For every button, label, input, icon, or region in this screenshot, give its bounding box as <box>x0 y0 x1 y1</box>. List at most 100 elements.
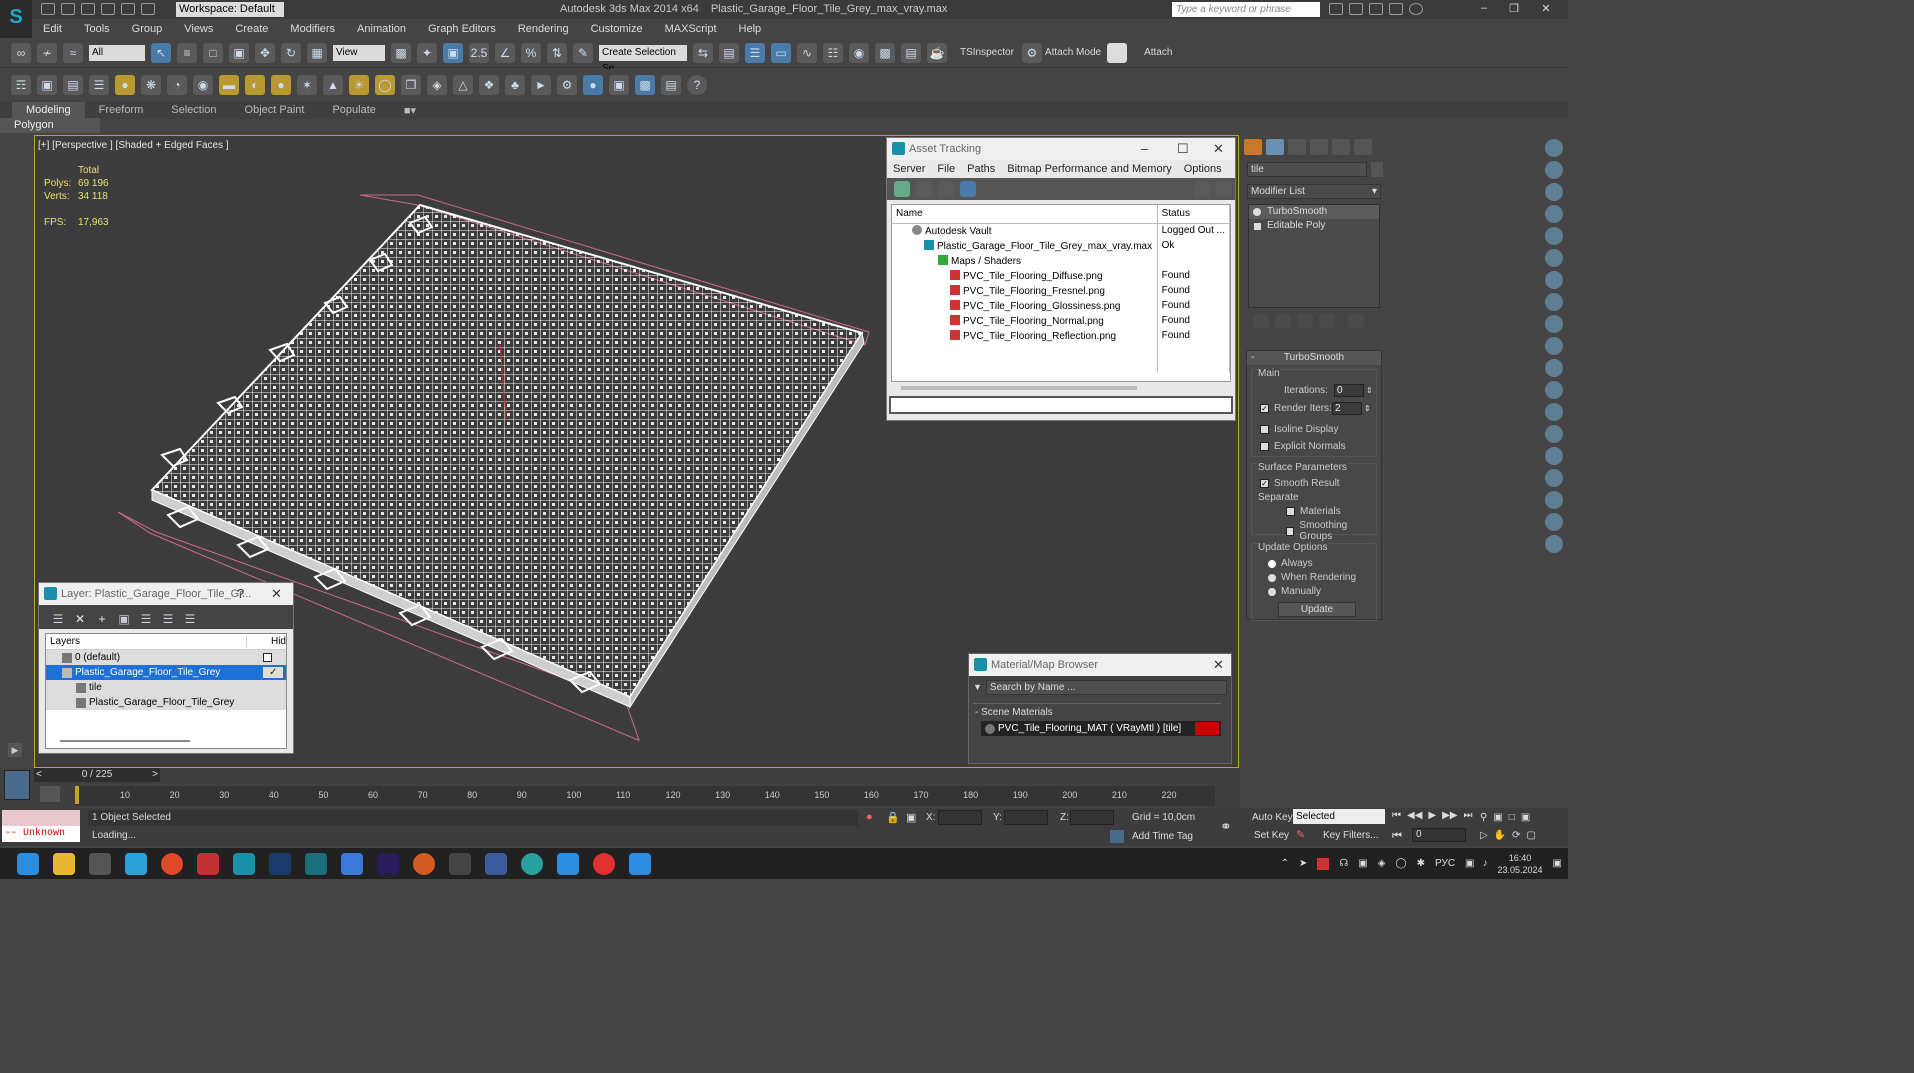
render-production-icon[interactable]: ☕ <box>927 42 947 63</box>
panel-icon[interactable] <box>1545 403 1563 421</box>
3ds-max-icon[interactable] <box>233 852 255 875</box>
file-explorer-icon[interactable] <box>53 852 75 875</box>
light-bulb-icon[interactable] <box>1545 183 1563 201</box>
windows-start-icon[interactable] <box>17 852 39 875</box>
delete-layer-icon[interactable]: ✕ <box>72 609 88 626</box>
timeline-ruler[interactable]: 10 20 30 40 50 60 70 80 90 100 110 120 1… <box>75 786 1215 806</box>
save-file-icon[interactable] <box>81 3 95 15</box>
menu-help[interactable]: Help <box>739 23 762 35</box>
cone-icon[interactable] <box>1545 227 1563 245</box>
g-app-icon[interactable] <box>413 852 435 875</box>
col-name-header[interactable]: Name <box>892 205 1158 224</box>
scale-icon[interactable]: ▦ <box>307 42 327 63</box>
ribbon-options-icon[interactable]: ■▾ <box>404 104 416 117</box>
menu-edit[interactable]: Edit <box>43 23 62 35</box>
show-end-result-icon[interactable] <box>1275 314 1291 328</box>
new-layer-icon[interactable]: ☰ <box>50 609 66 626</box>
object-color-swatch[interactable] <box>1371 162 1383 177</box>
align-icon[interactable]: ▤ <box>719 42 739 63</box>
star-icon[interactable] <box>1389 3 1403 15</box>
menu-group[interactable]: Group <box>132 23 163 35</box>
go-to-start-icon[interactable]: ⏮ <box>1392 810 1401 821</box>
create-tab-icon[interactable] <box>1244 139 1262 155</box>
close-button[interactable]: ✕ <box>1536 2 1556 16</box>
zoom-icon[interactable]: ⚲ <box>1480 812 1487 823</box>
vray-tool-icon[interactable] <box>1545 139 1563 157</box>
asset-menu-paths[interactable]: Paths <box>967 163 995 175</box>
highlight-selected-icon[interactable]: ☰ <box>138 609 154 626</box>
attach-mode-button[interactable]: Attach Mode <box>1045 47 1101 58</box>
next-frame-icon[interactable]: ▶▶ <box>1442 810 1457 821</box>
search-options-icon[interactable]: ▼ <box>973 682 982 692</box>
menu-create[interactable]: Create <box>235 23 268 35</box>
tray-monitor-icon[interactable]: ▣ <box>1358 858 1367 869</box>
angle-snap-icon[interactable]: ∠ <box>495 42 515 63</box>
zoom-all-icon[interactable]: ▣ <box>1493 812 1502 823</box>
aida64-icon[interactable] <box>197 852 219 875</box>
mirror-icon[interactable]: ⇆ <box>693 42 713 63</box>
table-row[interactable]: Plastic_Garage_Floor_Tile_Grey_max_vray.… <box>892 238 1230 253</box>
table-row[interactable]: PVC_Tile_Flooring_Diffuse.png Found <box>892 268 1230 283</box>
list-view-icon[interactable] <box>916 181 932 197</box>
panel-polygon-modeling[interactable]: Polygon Modeling <box>0 118 100 146</box>
time-slider[interactable]: <0 / 225 > <box>34 768 160 782</box>
menu-maxscript[interactable]: MAXScript <box>665 23 717 35</box>
vray-lister-icon[interactable]: ▣ <box>609 74 629 95</box>
menu-customize[interactable]: Customize <box>591 23 643 35</box>
vray-ies-light-icon[interactable]: ◯ <box>375 74 395 95</box>
rollout-header[interactable]: - TurboSmooth <box>1247 351 1381 365</box>
go-to-end-icon[interactable]: ⏭ <box>1463 810 1472 821</box>
checker-icon[interactable] <box>1107 42 1128 63</box>
redo-icon[interactable] <box>121 3 135 15</box>
teapot-icon[interactable] <box>1545 469 1563 487</box>
globe-icon[interactable] <box>1545 337 1563 355</box>
refresh-tool-icon[interactable] <box>1545 249 1563 267</box>
vray-physical-camera-icon[interactable]: ❖ <box>479 74 499 95</box>
language-indicator[interactable]: РУС <box>1435 858 1455 869</box>
vray-mesh-export-icon[interactable]: ⚙ <box>557 74 577 95</box>
pan-icon[interactable]: ✋ <box>1494 830 1506 841</box>
hierarchy-tab-icon[interactable] <box>1288 139 1306 155</box>
project-folder-icon[interactable] <box>141 3 155 15</box>
material-editor-icon[interactable]: ◉ <box>849 42 869 63</box>
telegram-icon[interactable] <box>125 852 147 875</box>
pin-stack-icon[interactable] <box>1253 314 1269 328</box>
layer-row[interactable]: tile <box>46 680 286 695</box>
select-by-name-icon[interactable]: ≡ <box>177 42 197 63</box>
configure-modifier-sets-icon[interactable] <box>1348 314 1364 328</box>
selection-lock-icon[interactable]: 🔒 <box>886 811 900 824</box>
menu-rendering[interactable]: Rendering <box>518 23 569 35</box>
layer-horizontal-scrollbar[interactable] <box>60 740 190 742</box>
graphite-ribbon-icon[interactable]: ▭ <box>771 42 791 63</box>
y-coordinate-field[interactable] <box>1004 810 1048 825</box>
add-time-tag[interactable]: Add Time Tag <box>1132 831 1193 842</box>
asset-path-field[interactable] <box>889 396 1233 414</box>
rectangular-selection-icon[interactable]: □ <box>203 42 223 63</box>
rotate-tool-icon[interactable] <box>1545 315 1563 333</box>
open-explorer-icon[interactable]: ☶ <box>11 74 31 95</box>
key-filters-button[interactable]: Key Filters... <box>1323 830 1379 841</box>
photoshop-icon[interactable] <box>269 852 291 875</box>
refresh-icon[interactable] <box>894 181 910 197</box>
vray-pyramid-icon[interactable]: ▲ <box>323 74 343 95</box>
yandex-browser-icon[interactable] <box>593 852 615 875</box>
select-manipulate-icon[interactable]: ✦ <box>417 42 437 63</box>
rendered-frame-window-icon[interactable]: ▤ <box>901 42 921 63</box>
menu-modifiers[interactable]: Modifiers <box>290 23 335 35</box>
tab-freeform[interactable]: Freeform <box>99 104 144 116</box>
minimize-button[interactable]: – <box>1474 2 1494 16</box>
hide-toggle-icon[interactable] <box>263 653 272 662</box>
layout-icon[interactable] <box>1545 425 1563 443</box>
vray-proxy-icon[interactable]: ❒ <box>401 74 421 95</box>
material-browser-titlebar[interactable]: Material/Map Browser ✕ <box>969 654 1231 676</box>
snaps-toggle-icon[interactable]: 2.5 <box>469 42 489 63</box>
vray-render-icon[interactable]: ▩ <box>635 74 655 95</box>
isoline-display-checkbox[interactable] <box>1260 425 1269 434</box>
light-lister-icon[interactable]: ● <box>115 74 135 95</box>
manually-radio[interactable] <box>1268 587 1276 596</box>
curve-editor-icon[interactable]: ∿ <box>797 42 817 63</box>
lightbulb-icon[interactable] <box>1253 208 1261 216</box>
open-file-icon[interactable] <box>61 3 75 15</box>
expand-icon[interactable] <box>1254 223 1261 230</box>
spinner-snap-icon[interactable]: ⇅ <box>547 42 567 63</box>
